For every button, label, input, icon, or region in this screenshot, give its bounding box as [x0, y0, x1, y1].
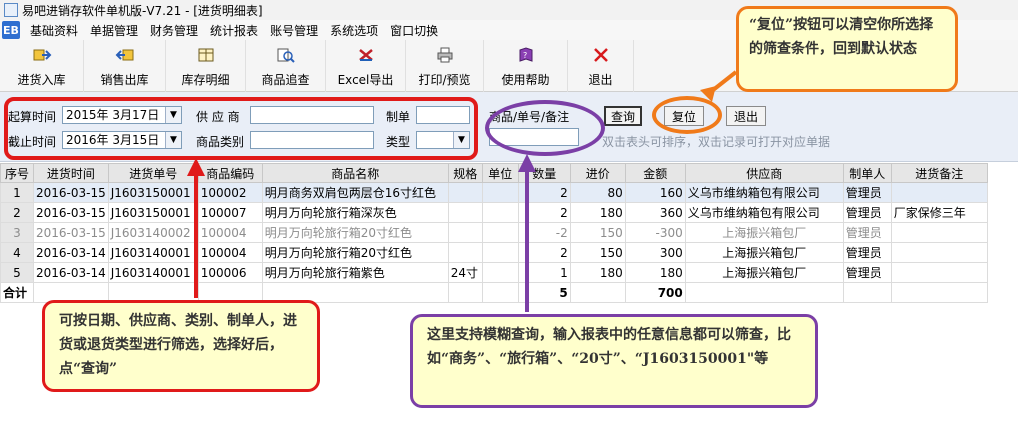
purple-arrow-head [518, 154, 536, 172]
reset-tip-callout: “复位”按钮可以清空你所选择的筛查条件，回到默认状态 [736, 6, 958, 92]
fuzzy-search-tip-callout: 这里支持模糊查询，输入报表中的任意信息都可以筛查，比如“商务”、“旅行箱”、“2… [410, 314, 818, 408]
filter-tip-callout: 可按日期、供应商、类别、制单人，进货或退货类型进行筛选，选择好后，点“查询” [42, 300, 320, 392]
keyword-highlight-ring [485, 100, 605, 156]
reset-highlight-ring [652, 96, 722, 134]
filter-highlight-box [4, 97, 478, 160]
red-arrow-head [187, 158, 205, 176]
